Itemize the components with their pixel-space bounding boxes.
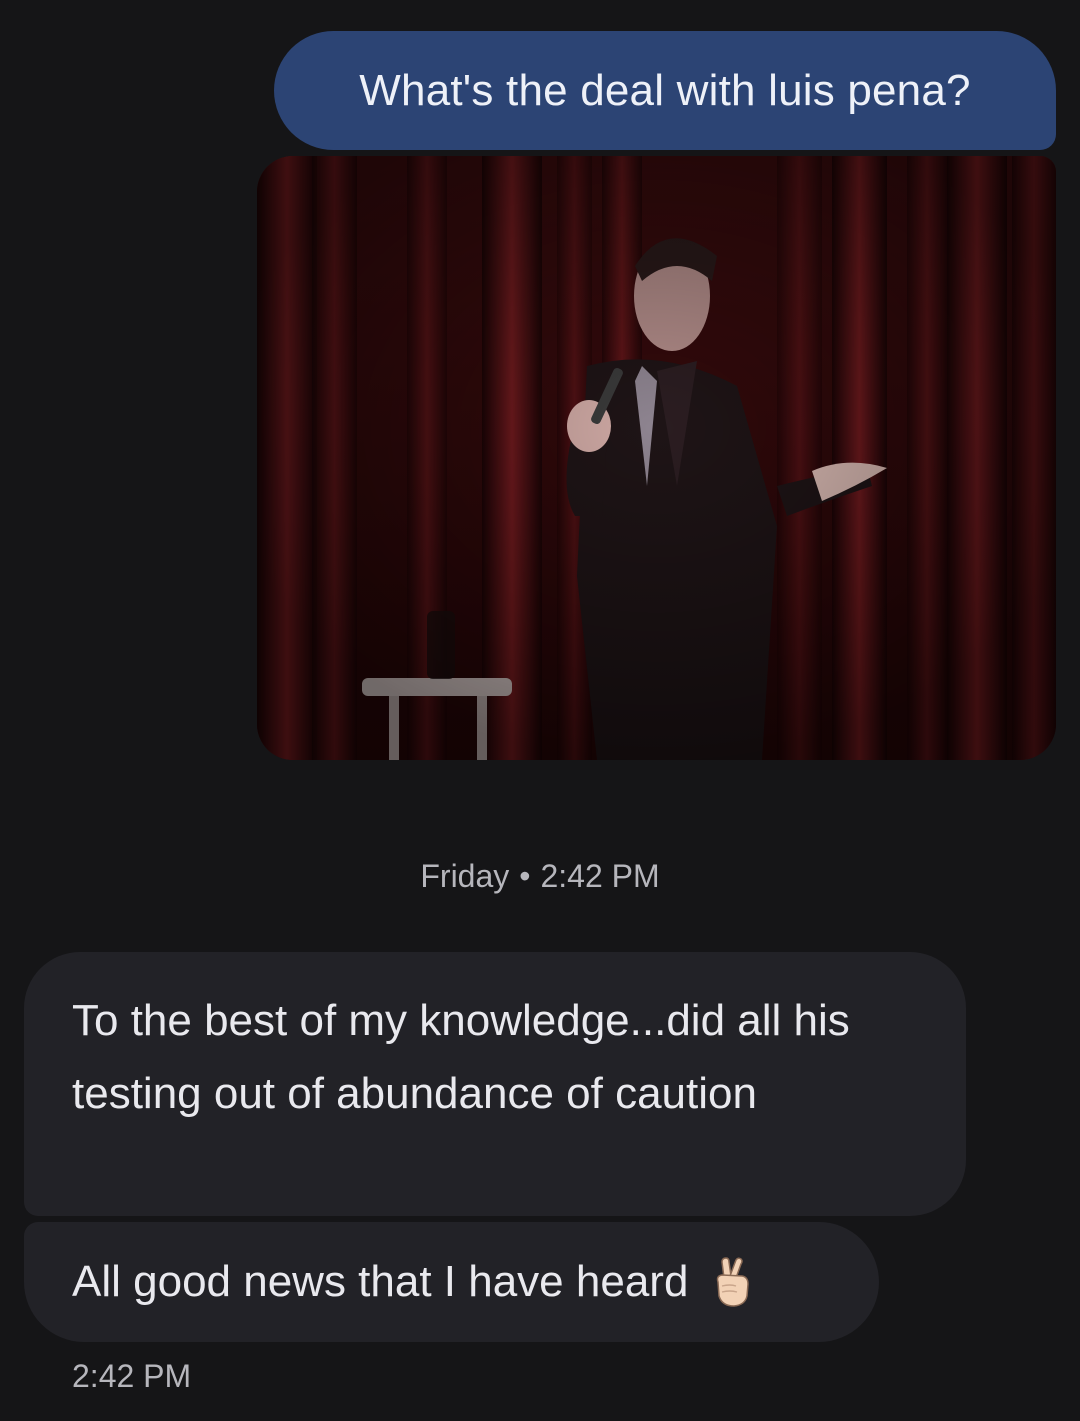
incoming-message-bubble[interactable]: All good news that I have heard [24, 1222, 879, 1342]
crossed-fingers-icon [710, 1256, 754, 1308]
conversation-view: What's the deal with luis pena? Friday •… [0, 0, 1080, 1421]
gif-image [257, 156, 1056, 760]
incoming-message-text: All good news that I have heard [72, 1257, 689, 1306]
incoming-message-bubble[interactable]: To the best of my knowledge...did all hi… [24, 952, 966, 1216]
outgoing-message-text: What's the deal with luis pena? [359, 65, 971, 115]
outgoing-message-bubble[interactable]: What's the deal with luis pena? [274, 31, 1056, 150]
timestamp-separator: • [519, 858, 531, 894]
timestamp-time: 2:42 PM [540, 858, 660, 894]
timestamp-day: Friday [420, 858, 510, 894]
incoming-message-time: 2:42 PM [72, 1358, 192, 1394]
gif-attachment[interactable] [257, 156, 1056, 760]
timestamp-divider: Friday • 2:42 PM [0, 858, 1080, 895]
incoming-message-text: To the best of my knowledge...did all hi… [72, 996, 850, 1118]
